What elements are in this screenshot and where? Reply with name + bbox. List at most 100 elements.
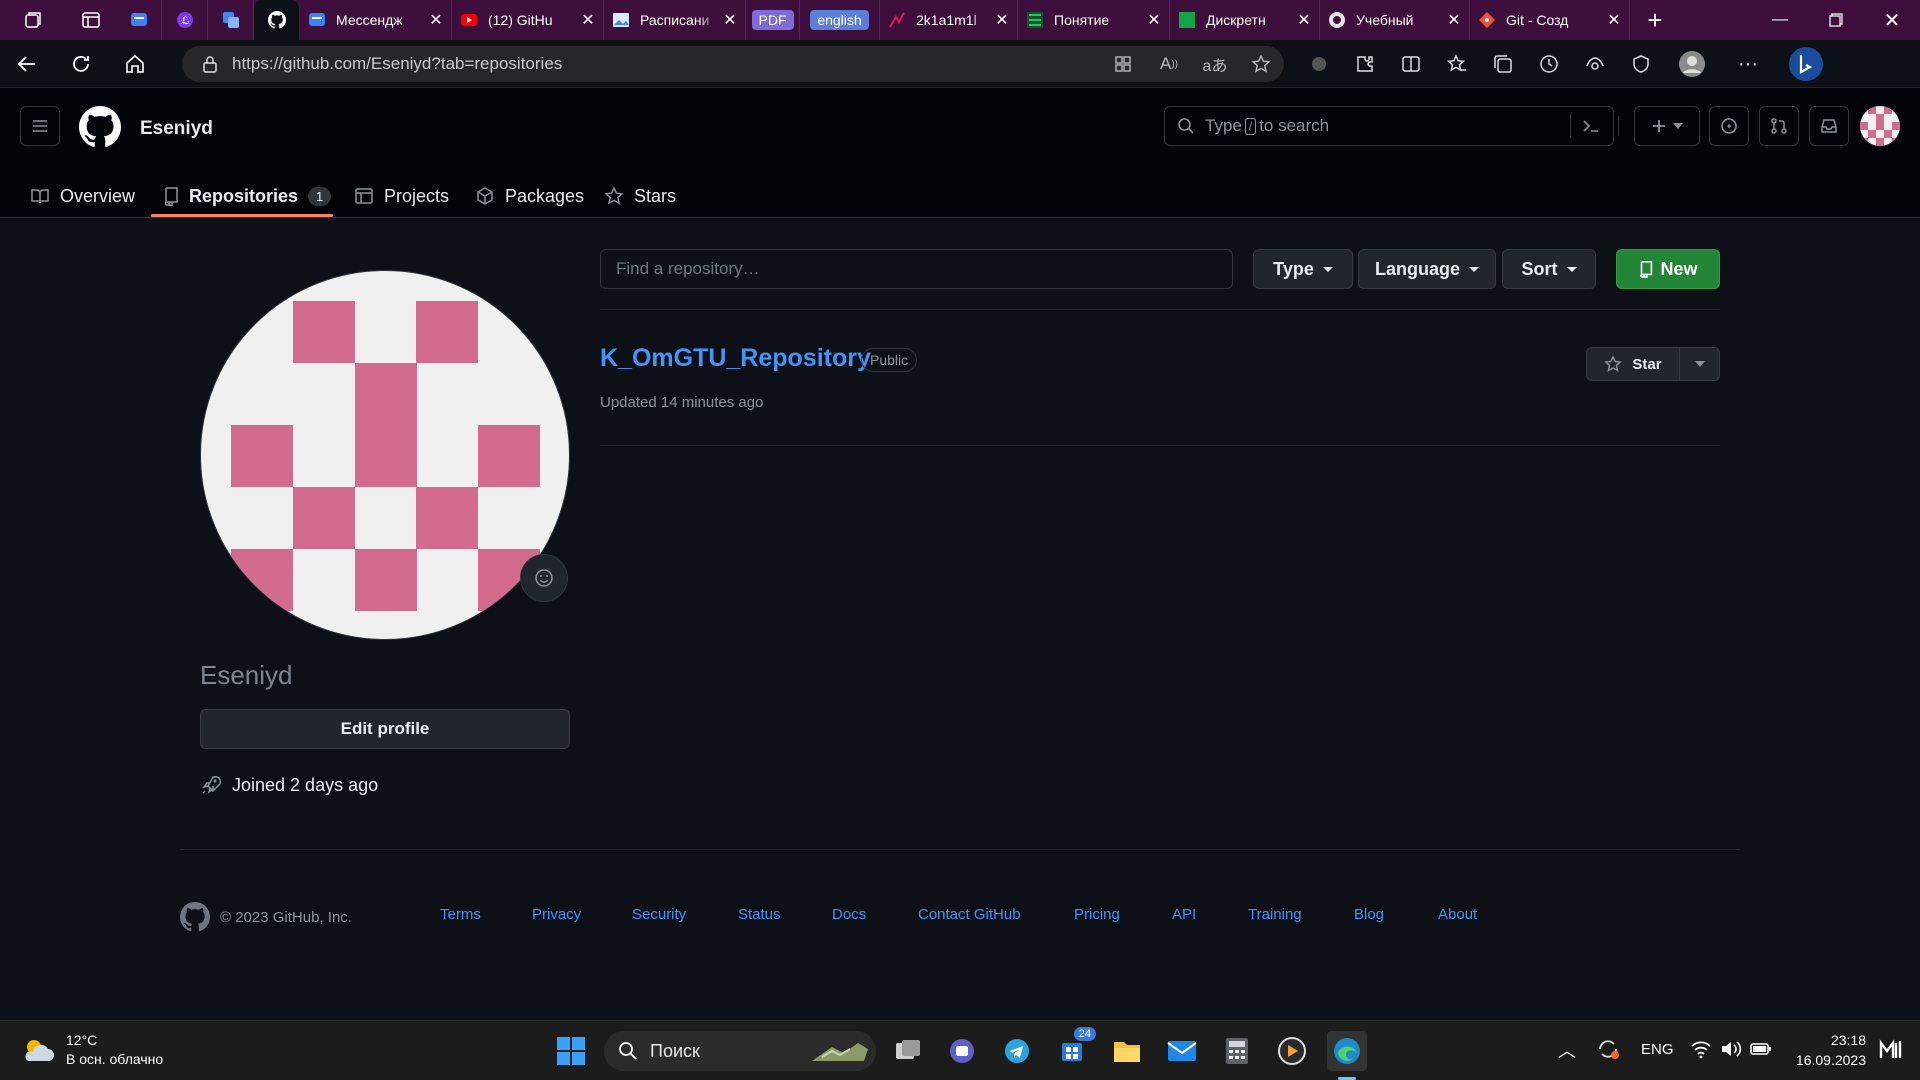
restore-button[interactable] xyxy=(1808,0,1864,40)
show-hidden-icons-button[interactable]: ︿ xyxy=(1558,1037,1576,1063)
close-tab-icon[interactable]: ✕ xyxy=(429,10,443,30)
task-view-button[interactable] xyxy=(888,1031,928,1071)
extensions-icon[interactable] xyxy=(1342,40,1388,88)
teams-chat-app[interactable] xyxy=(942,1031,982,1071)
set-status-button[interactable] xyxy=(520,554,568,602)
url-field[interactable]: https://github.com/Eseniyd?tab=repositor… xyxy=(182,46,1284,82)
minimize-button[interactable]: — xyxy=(1752,0,1808,40)
browser-essentials-icon[interactable] xyxy=(1618,40,1664,88)
footer-link[interactable]: Terms xyxy=(440,906,481,923)
media-player-app[interactable] xyxy=(1272,1031,1312,1071)
browser-tab[interactable]: ℒ xyxy=(162,0,208,40)
refresh-button[interactable] xyxy=(54,40,108,88)
tab-repositories[interactable]: Repositories 1 xyxy=(163,174,332,218)
close-tab-icon[interactable]: ✕ xyxy=(723,10,737,30)
create-new-button[interactable] xyxy=(1634,106,1700,146)
battery-icon[interactable] xyxy=(1750,1039,1772,1059)
browser-tab[interactable]: Учебный ✕ xyxy=(1320,0,1470,40)
home-button[interactable] xyxy=(108,40,162,88)
footer-link[interactable]: Blog xyxy=(1354,906,1384,923)
footer-link[interactable]: Pricing xyxy=(1074,906,1120,923)
footer-link[interactable]: Privacy xyxy=(532,906,581,923)
input-language[interactable]: ENG xyxy=(1641,1041,1674,1058)
user-avatar[interactable] xyxy=(1860,106,1900,146)
back-button[interactable] xyxy=(0,40,54,88)
command-palette-icon[interactable] xyxy=(1581,117,1601,135)
apps-icon[interactable] xyxy=(1100,40,1146,88)
start-button[interactable] xyxy=(551,1031,591,1071)
close-tab-icon[interactable]: ✕ xyxy=(1147,10,1161,30)
lock-icon[interactable] xyxy=(202,55,218,73)
browser-tab[interactable] xyxy=(116,0,162,40)
footer-link[interactable]: About xyxy=(1438,906,1477,923)
footer-link[interactable]: Status xyxy=(738,906,781,923)
browser-tab[interactable]: Понятие ✕ xyxy=(1018,0,1170,40)
close-tab-icon[interactable]: ✕ xyxy=(995,10,1009,30)
tab-overview[interactable]: Overview xyxy=(30,174,135,218)
split-screen-icon[interactable] xyxy=(1388,40,1434,88)
footer-link[interactable]: API xyxy=(1172,906,1196,923)
search-input[interactable]: Type / to search xyxy=(1164,106,1614,146)
browser-tab[interactable] xyxy=(254,0,300,40)
github-mark-icon[interactable] xyxy=(180,902,210,932)
inbox-button[interactable] xyxy=(1809,106,1849,146)
footer-link[interactable]: Security xyxy=(632,906,686,923)
menu-button[interactable] xyxy=(20,106,60,146)
extension-dark-icon[interactable] xyxy=(1296,40,1342,88)
edge-browser-app[interactable] xyxy=(1327,1031,1367,1071)
notifications-icon[interactable] xyxy=(1878,1037,1904,1063)
pull-requests-button[interactable] xyxy=(1759,106,1799,146)
issues-button[interactable] xyxy=(1709,106,1749,146)
browser-tab[interactable]: 2k1a1m1l ✕ xyxy=(880,0,1018,40)
telegram-app[interactable] xyxy=(997,1031,1037,1071)
header-username[interactable]: Eseniyd xyxy=(140,118,213,140)
mail-app[interactable] xyxy=(1162,1031,1202,1071)
favorites-icon[interactable] xyxy=(1434,40,1480,88)
store-app[interactable]: 24 xyxy=(1052,1027,1096,1071)
close-tab-icon[interactable]: ✕ xyxy=(581,10,595,30)
tab-projects[interactable]: Projects xyxy=(354,174,449,218)
collections-icon[interactable] xyxy=(1480,40,1526,88)
language-filter-button[interactable]: Language xyxy=(1358,249,1496,289)
github-logo-icon[interactable] xyxy=(79,106,121,148)
weather-widget[interactable]: 12°C В осн. облачно xyxy=(20,1031,163,1069)
file-explorer-app[interactable] xyxy=(1107,1031,1147,1071)
tab-pdf[interactable]: PDF xyxy=(746,0,800,40)
wifi-icon[interactable] xyxy=(1690,1039,1712,1059)
type-filter-button[interactable]: Type xyxy=(1253,249,1353,289)
tab-packages[interactable]: Packages xyxy=(475,174,584,218)
read-aloud-icon[interactable]: A)) xyxy=(1146,40,1192,88)
new-repository-button[interactable]: New xyxy=(1616,249,1720,289)
taskbar-search[interactable]: Поиск xyxy=(604,1031,876,1071)
tab-english[interactable]: english xyxy=(800,0,880,40)
sort-button[interactable]: Sort xyxy=(1502,249,1596,289)
calculator-app[interactable] xyxy=(1217,1031,1257,1071)
workspaces-icon[interactable] xyxy=(0,0,66,40)
clock[interactable]: 23:18 16.09.2023 xyxy=(1790,1030,1866,1070)
footer-link[interactable]: Docs xyxy=(832,906,866,923)
profile-avatar[interactable] xyxy=(200,270,570,640)
more-menu-icon[interactable]: ··· xyxy=(1720,40,1776,88)
star-button[interactable]: Star xyxy=(1587,348,1680,380)
browser-tab[interactable] xyxy=(208,0,254,40)
performance-icon[interactable] xyxy=(1572,40,1618,88)
translate-icon[interactable]: aあ xyxy=(1192,40,1238,88)
find-repository-input[interactable]: Find a repository… xyxy=(600,249,1233,289)
volume-icon[interactable] xyxy=(1720,1039,1742,1059)
new-tab-button[interactable]: + xyxy=(1630,0,1680,40)
edit-profile-button[interactable]: Edit profile xyxy=(200,709,570,749)
close-tab-icon[interactable]: ✕ xyxy=(1607,10,1621,30)
profile-avatar-icon[interactable] xyxy=(1664,40,1720,88)
close-window-button[interactable]: ✕ xyxy=(1864,0,1920,40)
browser-tab[interactable]: Git - Созд ✕ xyxy=(1470,0,1630,40)
repository-name-link[interactable]: K_OmGTU_Repository xyxy=(600,344,871,373)
footer-link[interactable]: Contact GitHub xyxy=(918,906,1021,923)
close-tab-icon[interactable]: ✕ xyxy=(1297,10,1311,30)
footer-link[interactable]: Training xyxy=(1248,906,1302,923)
browser-tab[interactable]: Мессендж ✕ xyxy=(300,0,452,40)
tab-stars[interactable]: Stars xyxy=(604,174,676,218)
browser-tab[interactable]: Расписани ✕ xyxy=(604,0,746,40)
star-list-dropdown[interactable] xyxy=(1680,361,1719,367)
sync-icon[interactable] xyxy=(1596,1037,1620,1061)
browser-tab[interactable]: Дискретн ✕ xyxy=(1170,0,1320,40)
